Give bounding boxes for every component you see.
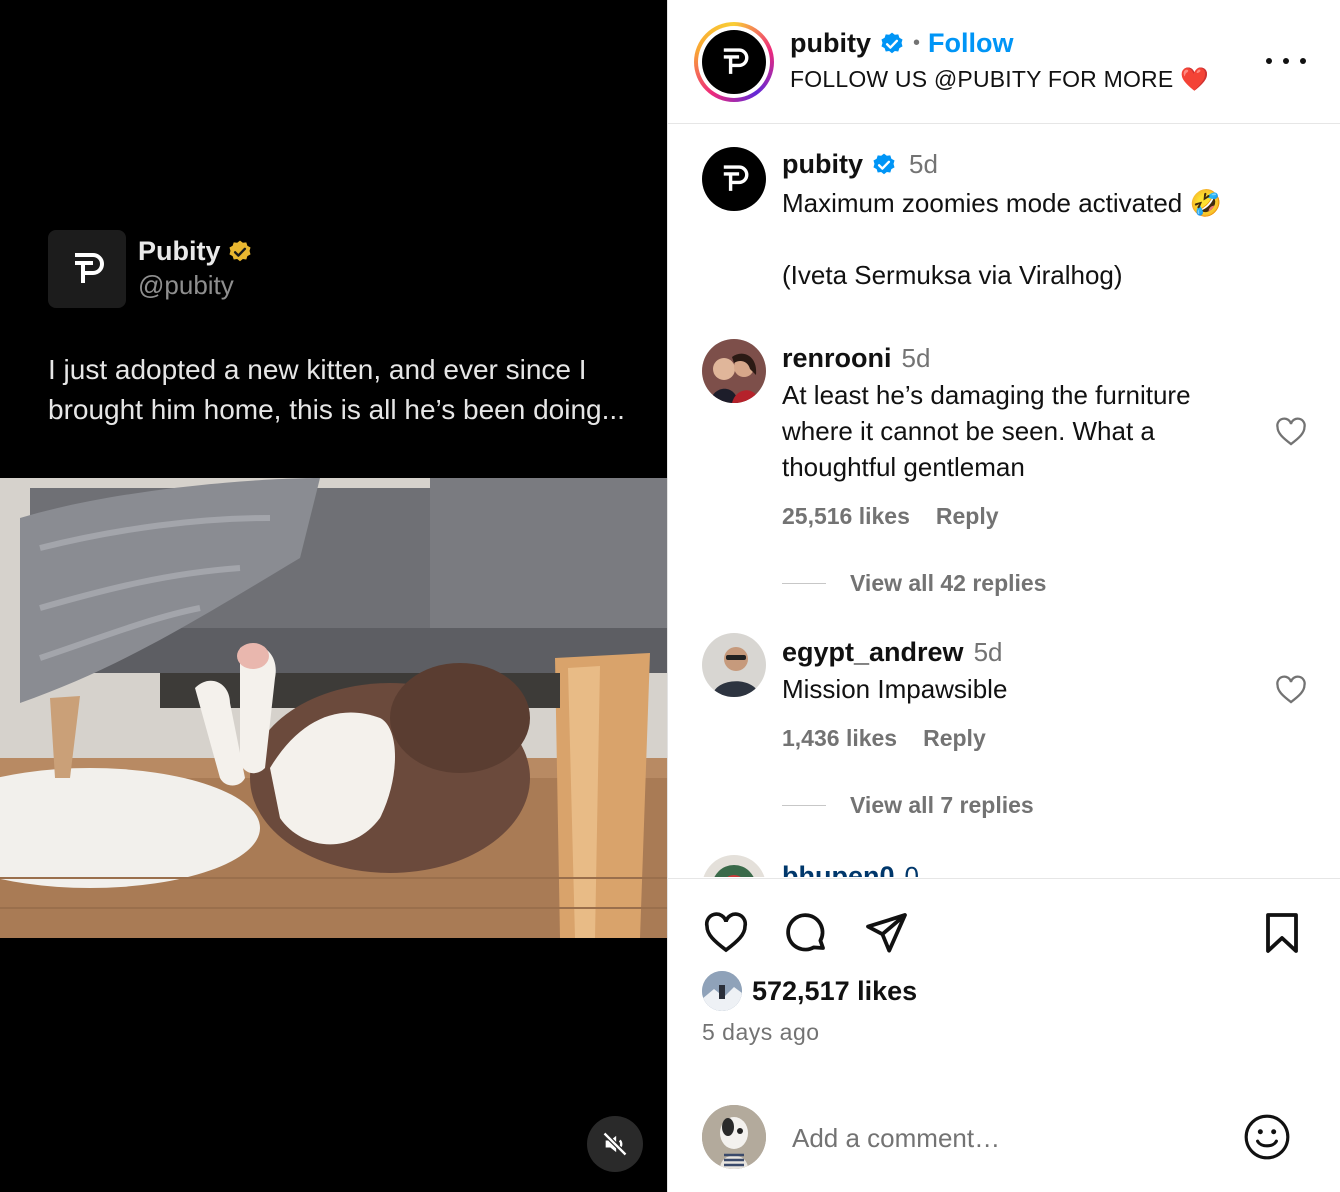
comment-likes[interactable]: 1,436 likes — [782, 725, 897, 752]
comment-meta: 25,516 likes Reply — [782, 503, 999, 530]
caption-time[interactable]: 5d — [909, 149, 938, 180]
caption-header: pubity 5d — [782, 149, 938, 180]
header-username[interactable]: pubity — [790, 28, 871, 59]
commenter-avatar[interactable] — [702, 855, 766, 877]
author-avatar — [702, 30, 766, 94]
liker-avatar — [702, 971, 742, 1011]
caption-author-avatar[interactable] — [702, 147, 766, 211]
add-comment-row — [668, 1080, 1340, 1192]
comment-likes[interactable]: 25,516 likes — [782, 503, 910, 530]
verified-badge-icon — [873, 153, 895, 174]
comment-bubble-icon[interactable] — [782, 909, 830, 957]
commenter-avatar[interactable] — [702, 339, 766, 403]
view-replies-label: View all 42 replies — [850, 570, 1047, 596]
cat-video-frame — [0, 478, 667, 938]
tweet-display-name: Pubity — [138, 236, 253, 267]
more-options-button[interactable] — [1266, 46, 1306, 76]
header-separator: • — [913, 32, 921, 54]
view-replies-label: View all 7 replies — [850, 792, 1034, 818]
caption-username[interactable]: pubity — [782, 149, 863, 180]
comment-time[interactable]: 0 — [905, 861, 919, 877]
tweet-avatar — [48, 230, 126, 308]
heart-icon[interactable] — [1274, 415, 1308, 449]
comments-scroll-area[interactable]: pubity 5d Maximum zoomies mode activated… — [668, 125, 1340, 877]
current-user-avatar — [702, 1105, 766, 1169]
tweet-text: I just adopted a new kitten, and ever si… — [48, 354, 625, 425]
post-media[interactable]: Pubity @pubity I just adopted a new kitt… — [0, 0, 667, 1192]
add-comment-input[interactable] — [792, 1120, 1212, 1156]
likes-count: 572,517 likes — [752, 975, 918, 1006]
comment-username[interactable]: bhupen0 — [782, 861, 895, 877]
comment-reply-button[interactable]: Reply — [923, 725, 986, 752]
heart-icon[interactable] — [1274, 673, 1308, 707]
replies-divider — [782, 805, 826, 806]
post-actions: 572,517 likes 5 days ago — [668, 878, 1340, 1068]
tweet-display-name-label: Pubity — [138, 236, 221, 266]
view-replies-button[interactable]: View all 42 replies — [782, 570, 1046, 597]
pubity-logo-icon — [723, 48, 749, 74]
header-user-row: pubity • Follow — [790, 28, 1014, 59]
comment-time[interactable]: 5d — [902, 343, 931, 374]
comment-text: Mission Impawsible — [782, 674, 1008, 704]
comment-username[interactable]: renrooni — [782, 343, 892, 374]
follow-button[interactable]: Follow — [928, 28, 1013, 59]
view-replies-button[interactable]: View all 7 replies — [782, 792, 1034, 819]
paper-plane-icon[interactable] — [862, 909, 910, 957]
comment-header: renrooni 5d — [782, 343, 930, 374]
caption-text: Maximum zoomies mode activated 🤣 (Iveta … — [782, 188, 1222, 290]
speaker-muted-icon — [602, 1131, 628, 1157]
author-avatar-story-ring[interactable] — [694, 22, 774, 102]
header-subtitle: FOLLOW US @PUBITY FOR MORE ❤️ — [790, 66, 1209, 92]
bookmark-icon[interactable] — [1258, 909, 1306, 957]
commenter-avatar[interactable] — [702, 633, 766, 697]
comment-header: egypt_andrew 5d — [782, 637, 1002, 668]
tweet-handle: @pubity — [138, 270, 234, 300]
comment-text: At least he’s damaging the furniture whe… — [782, 380, 1191, 482]
post-modal: Pubity @pubity I just adopted a new kitt… — [0, 0, 1340, 1192]
likes-summary[interactable]: 572,517 likes — [702, 971, 917, 1011]
comment-time[interactable]: 5d — [974, 637, 1003, 668]
post-timestamp[interactable]: 5 days ago — [702, 1019, 820, 1046]
smiley-icon[interactable] — [1242, 1112, 1292, 1162]
comment-reply-button[interactable]: Reply — [936, 503, 999, 530]
gold-verified-badge-icon — [229, 240, 251, 261]
pubity-logo-icon — [723, 165, 749, 191]
post-header: pubity • Follow FOLLOW US @PUBITY FOR MO… — [668, 0, 1340, 124]
comment-meta: 1,436 likes Reply — [782, 725, 986, 752]
verified-badge-icon — [881, 32, 903, 53]
heart-icon[interactable] — [702, 909, 750, 957]
ellipsis-icon — [1266, 58, 1272, 64]
mute-toggle-button[interactable] — [587, 1116, 643, 1172]
replies-divider — [782, 583, 826, 584]
comment-username[interactable]: egypt_andrew — [782, 637, 964, 668]
pubity-logo-icon — [75, 253, 104, 283]
post-side-panel: pubity • Follow FOLLOW US @PUBITY FOR MO… — [667, 0, 1340, 1192]
comment-header: bhupen0 0 — [782, 861, 919, 877]
